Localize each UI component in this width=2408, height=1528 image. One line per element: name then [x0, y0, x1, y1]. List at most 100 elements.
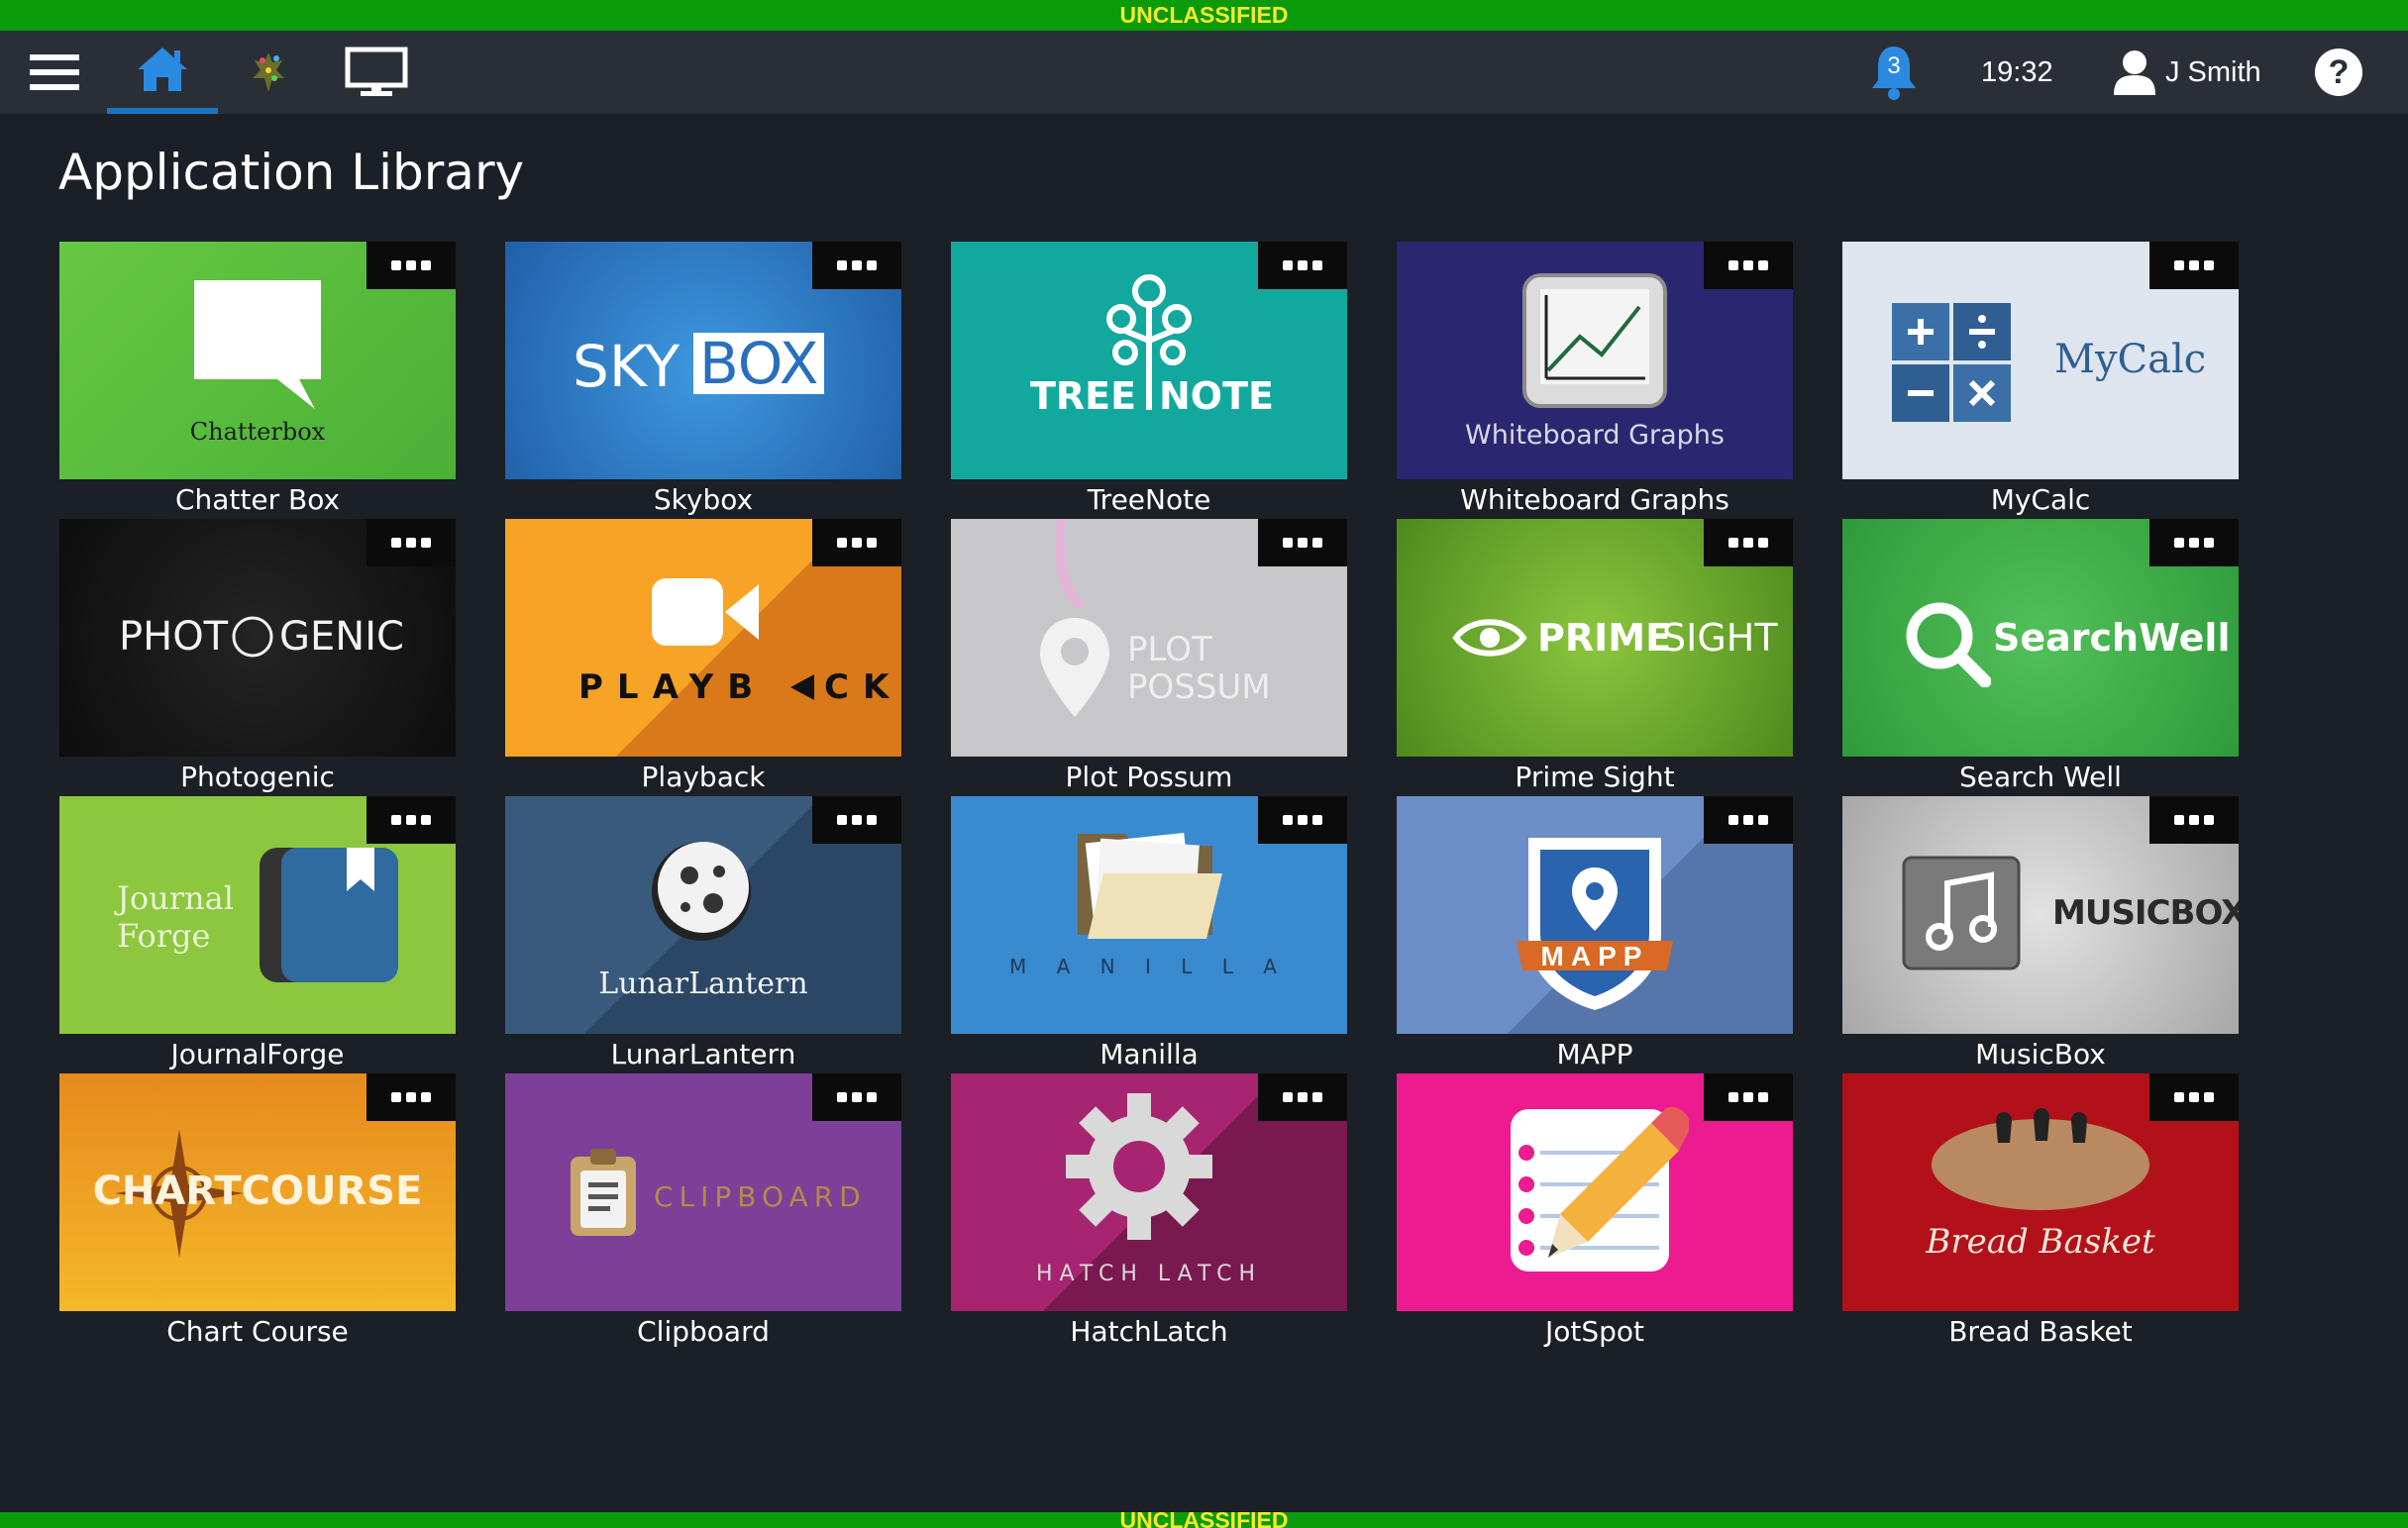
- photogenic-logo-text-a: PHOT: [119, 614, 229, 660]
- help-button[interactable]: ?: [2313, 31, 2364, 114]
- whiteboard-graphs-logo-text: Whiteboard Graphs: [1465, 420, 1725, 451]
- svg-text:?: ?: [2329, 53, 2350, 91]
- app-label: Chart Course: [166, 1315, 349, 1348]
- app-label: Chatter Box: [174, 483, 341, 516]
- playback-logo-text-a: PLAYB: [578, 667, 768, 707]
- classification-banner-top: UNCLASSIFIED: [0, 0, 2408, 31]
- app-label: Manilla: [1099, 1038, 1199, 1070]
- hamburger-menu-icon: [30, 54, 79, 90]
- page-title: Application Library: [58, 144, 525, 201]
- app-options-button[interactable]: [812, 796, 901, 844]
- puzzle-app-tab[interactable]: [238, 31, 299, 114]
- notepad-pencil-icon: [1511, 1106, 1689, 1272]
- app-options-button[interactable]: [1258, 242, 1347, 289]
- lunarlantern-logo-text: LunarLantern: [598, 967, 808, 1001]
- moon-icon: [652, 842, 751, 941]
- app-label: TreeNote: [1087, 483, 1211, 516]
- bread-basket-logo-text: Bread Basket: [1926, 1222, 2155, 1262]
- line-graph-icon: [1522, 273, 1667, 408]
- prime-sight-logo-text-b: SIGHT: [1662, 616, 1778, 660]
- plot-possum-logo-text-b: POSSUM: [1127, 667, 1271, 707]
- app-label: Search Well: [1959, 761, 2122, 793]
- hamburger-menu-button[interactable]: [22, 31, 87, 114]
- app-options-button[interactable]: [2149, 242, 2239, 289]
- notifications-button[interactable]: 3: [1866, 31, 1922, 114]
- clipboard-logo-text: CLIPBOARD: [654, 1180, 867, 1213]
- app-label: Clipboard: [637, 1315, 770, 1348]
- chart-course-logo-text: CHARTCOURSE: [92, 1169, 423, 1214]
- app-label: JotSpot: [1544, 1315, 1645, 1348]
- user-icon: [2114, 51, 2155, 95]
- manilla-logo-text: M A N I L L A: [1009, 955, 1289, 978]
- prime-sight-logo-text-a: PRIME: [1537, 616, 1672, 660]
- app-label: Skybox: [653, 483, 754, 516]
- app-options-button[interactable]: [366, 242, 456, 289]
- rewind-triangle-icon: [790, 674, 814, 700]
- chatterbox-logo-text: Chatterbox: [189, 418, 326, 446]
- mycalc-logo-text: MyCalc: [2054, 337, 2207, 382]
- app-options-button[interactable]: [1704, 242, 1793, 289]
- app-options-button[interactable]: [366, 1073, 456, 1121]
- gear-icon: [1066, 1093, 1212, 1240]
- app-label: Whiteboard Graphs: [1460, 483, 1729, 516]
- bread-loaf-icon: [1932, 1108, 2149, 1210]
- app-label: Prime Sight: [1515, 761, 1675, 793]
- folder-icon: [1078, 833, 1222, 939]
- top-navigation-bar: 3 19:32 J Smith ?: [0, 31, 2408, 114]
- app-options-button[interactable]: [366, 796, 456, 844]
- classification-banner-bottom: UNCLASSIFIED: [0, 1512, 2408, 1528]
- video-camera-icon: [652, 578, 759, 646]
- clock-time: 19:32: [1981, 55, 2053, 88]
- mapp-logo-text: MAPP: [1541, 941, 1649, 971]
- app-options-button[interactable]: [2149, 1073, 2239, 1121]
- map-pin-tail-icon: [1040, 519, 1109, 717]
- home-icon: [138, 48, 187, 91]
- app-options-button[interactable]: [2149, 519, 2239, 566]
- clipboard-icon: [571, 1149, 636, 1236]
- eye-icon: [1452, 619, 1527, 657]
- app-label: Bread Basket: [1948, 1315, 2133, 1348]
- photogenic-logo-text-b: GENIC: [279, 614, 404, 660]
- desktop-tab[interactable]: [337, 31, 416, 114]
- hatchlatch-logo-text: HATCH LATCH: [1035, 1262, 1263, 1286]
- treenote-logo-text-a: TREE: [1030, 374, 1137, 418]
- journalforge-logo-text-a: Journal: [117, 879, 234, 917]
- app-label: Playback: [641, 761, 766, 793]
- book-bookmark-icon: [260, 848, 398, 982]
- app-label: Plot Possum: [1065, 761, 1233, 793]
- app-label: HatchLatch: [1070, 1315, 1228, 1348]
- app-options-button[interactable]: [366, 519, 456, 566]
- help-question-icon: ?: [2315, 49, 2362, 96]
- app-label: LunarLantern: [610, 1038, 796, 1070]
- app-options-button[interactable]: [1258, 519, 1347, 566]
- colorful-puzzle-icon: [253, 52, 284, 92]
- app-options-button[interactable]: [1258, 1073, 1347, 1121]
- app-options-button[interactable]: [1704, 519, 1793, 566]
- notification-count: 3: [1887, 52, 1901, 79]
- user-menu[interactable]: J Smith: [2112, 31, 2261, 114]
- home-tab[interactable]: [107, 31, 218, 114]
- shield-map-pin-icon: MAPP: [1517, 838, 1673, 1010]
- skybox-logo-text-b: BOX: [693, 333, 825, 394]
- app-options-button[interactable]: [2149, 796, 2239, 844]
- app-options-button[interactable]: [812, 1073, 901, 1121]
- speech-bubble-icon: [194, 280, 321, 409]
- app-label: JournalForge: [170, 1038, 345, 1070]
- search-well-logo-text: SearchWell: [1993, 616, 2231, 660]
- journalforge-logo-text-b: Forge: [117, 917, 211, 955]
- app-label: MyCalc: [1990, 483, 2091, 516]
- app-options-button[interactable]: [1704, 796, 1793, 844]
- app-label: MAPP: [1556, 1038, 1633, 1070]
- treenote-logo-text-b: NOTE: [1159, 374, 1274, 418]
- monitor-icon: [345, 47, 408, 96]
- playback-logo-text-b: CK: [824, 667, 901, 707]
- magnifier-icon: [1906, 602, 1991, 687]
- calculator-icon: [1892, 303, 2011, 422]
- app-options-button[interactable]: [1704, 1073, 1793, 1121]
- app-options-button[interactable]: [1258, 796, 1347, 844]
- app-options-button[interactable]: [812, 519, 901, 566]
- camera-lens-icon: [232, 616, 273, 658]
- app-options-button[interactable]: [812, 242, 901, 289]
- app-label: MusicBox: [1975, 1038, 2106, 1070]
- plot-possum-logo-text-a: PLOT: [1127, 630, 1212, 669]
